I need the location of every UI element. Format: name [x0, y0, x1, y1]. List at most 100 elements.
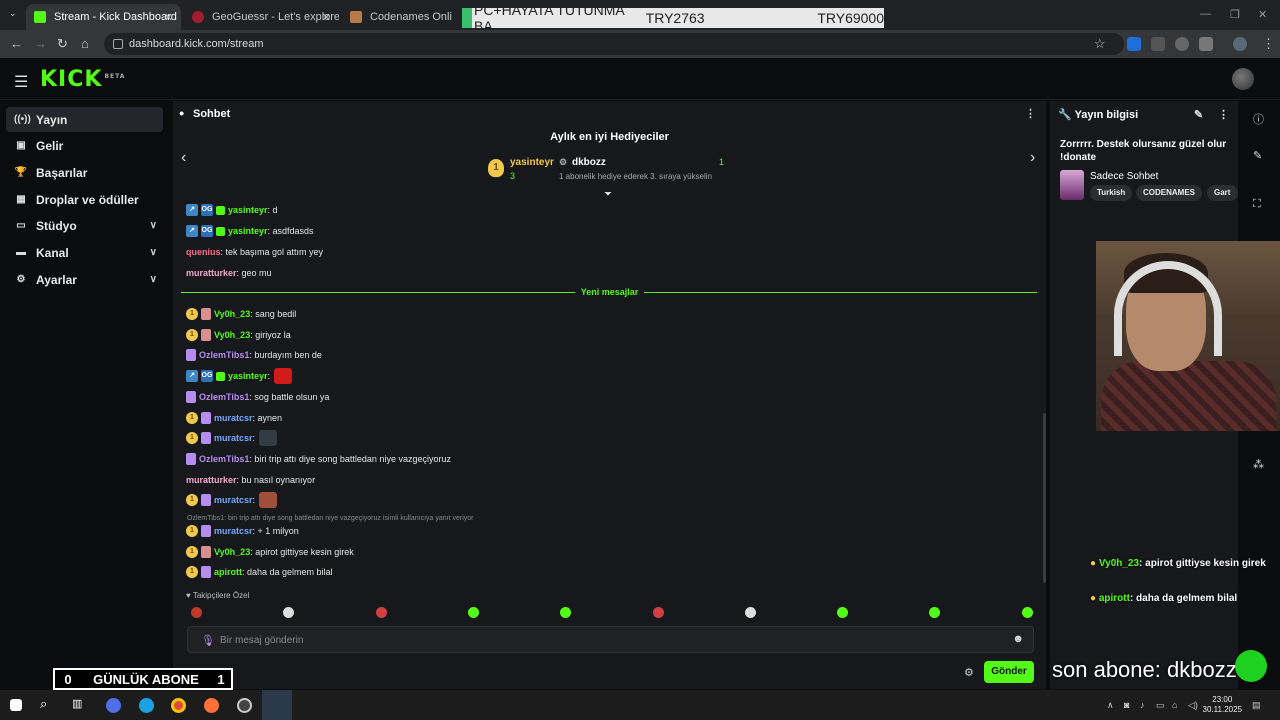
chat-message[interactable]: 1 apirott: daha da gelmem bilal	[186, 564, 333, 580]
chat-username[interactable]: Vy0h_23	[214, 330, 250, 340]
chat-message-input[interactable]: 🎙 Bir mesaj gönderin ☻	[187, 626, 1034, 653]
chat-username[interactable]: muratturker	[186, 475, 237, 485]
share-icon[interactable]: ⁂	[1253, 458, 1264, 471]
forward-icon[interactable]: →	[34, 36, 47, 51]
search-icon[interactable]: ⌕	[40, 696, 55, 711]
chat-message[interactable]: muratturker: geo mu	[186, 265, 272, 281]
chrome-icon[interactable]	[171, 698, 186, 713]
tag-chip[interactable]: CODENAMES	[1136, 185, 1203, 201]
sidebar-item-yayin[interactable]: ((•)) Yayın	[6, 107, 163, 132]
emote-quick-icon[interactable]	[929, 607, 941, 618]
extension-icon[interactable]	[1151, 37, 1165, 51]
close-tab-icon[interactable]: ✕	[322, 11, 331, 24]
chat-scrollbar[interactable]	[1043, 413, 1046, 583]
emote-quick-icon[interactable]	[744, 607, 756, 618]
scroll-down-icon[interactable]: ⏷	[604, 189, 612, 200]
copilot-icon[interactable]	[106, 698, 121, 713]
chat-username[interactable]: yasinteyr	[228, 226, 268, 236]
chat-message[interactable]: OzlemTibs1: burdayım ben de	[186, 347, 322, 363]
edit-icon[interactable]: ✎	[1194, 108, 1203, 121]
shield-icon[interactable]	[1175, 37, 1189, 51]
browser-menu-icon[interactable]: ⋮	[1262, 36, 1275, 52]
edge-icon[interactable]	[139, 698, 154, 713]
chat-message[interactable]: OzlemTibs1: biri trip attı diye song bat…	[186, 451, 451, 467]
tab-list-icon[interactable]: ⌄	[9, 8, 17, 19]
chat-message[interactable]: muratturker: bu nasıl oynanıyor	[186, 472, 315, 488]
minimize-icon[interactable]: —	[1200, 8, 1211, 20]
chat-username[interactable]: muratcsr	[214, 433, 253, 443]
back-icon[interactable]: ←	[10, 36, 23, 51]
chat-username[interactable]: muratcsr	[214, 526, 253, 536]
kick-logo[interactable]: KICK BETA	[40, 67, 125, 92]
chat-username[interactable]: apirott	[214, 567, 242, 577]
chat-message[interactable]: 1 muratcsr: aynen	[186, 410, 282, 426]
expand-icon[interactable]: ⛶	[1253, 198, 1261, 211]
tab-codenames[interactable]: Codenames Online	[342, 4, 452, 30]
edit-icon[interactable]: ✎	[1253, 149, 1262, 162]
chat-username[interactable]: OzlemTibs1	[199, 392, 249, 402]
send-button[interactable]: Gönder	[984, 661, 1034, 683]
chat-username[interactable]: Vy0h_23	[214, 547, 250, 557]
tag-chip[interactable]: Gart	[1207, 185, 1238, 201]
chat-message[interactable]: ↗ OG yasinteyr:	[186, 368, 293, 385]
notification-icon[interactable]: ▤	[1252, 700, 1261, 711]
chat-username[interactable]: yasinteyr	[228, 371, 268, 381]
maximize-icon[interactable]: ❐	[1230, 8, 1240, 21]
sidebar-item-studyo[interactable]: ▭ Stüdyo ∨	[6, 213, 163, 238]
obs-icon[interactable]	[237, 698, 252, 713]
chat-username[interactable]: yasinteyr	[228, 205, 268, 215]
chat-username[interactable]: Vy0h_23	[214, 309, 250, 319]
sidebar-item-ayarlar[interactable]: ⚙ Ayarlar ∨	[6, 267, 163, 292]
emote-quick-icon[interactable]	[652, 607, 664, 618]
firefox-icon[interactable]	[204, 698, 219, 713]
info-menu-icon[interactable]: ⋮	[1218, 108, 1229, 121]
chat-message[interactable]: 1 Vy0h_23: giriyoz la	[186, 327, 291, 343]
tag-chip[interactable]: Turkish	[1090, 185, 1133, 201]
chat-username[interactable]: muratcsr	[214, 495, 253, 505]
puzzle-icon[interactable]	[1199, 37, 1213, 51]
url-field[interactable]: dashboard.kick.com/stream	[104, 33, 1124, 55]
emote-quick-icon[interactable]	[467, 607, 479, 618]
chevron-left-icon[interactable]: ‹	[181, 149, 186, 167]
system-clock[interactable]: 23:00 30.11.2025	[1203, 695, 1242, 715]
chat-message[interactable]: 1 Vy0h_23: apirot gittiyse kesin girek	[186, 544, 354, 560]
home-icon[interactable]: ⌂	[81, 36, 89, 51]
chevron-right-icon[interactable]: ›	[1030, 149, 1035, 167]
emote-quick-icon[interactable]	[191, 607, 202, 618]
tray-app-icon[interactable]: ▭	[1156, 700, 1165, 711]
emote-quick-icon[interactable]	[560, 607, 572, 618]
emote-quick-icon[interactable]	[375, 607, 387, 618]
volume-icon[interactable]: ◁)	[1188, 700, 1198, 711]
chat-message[interactable]: 1 muratcsr:	[186, 492, 278, 509]
chat-message[interactable]: quenius: tek başıma gol attım yey	[186, 244, 323, 260]
steam-icon[interactable]	[262, 690, 292, 720]
chat-username[interactable]: quenius	[186, 247, 221, 257]
extension-icon[interactable]	[1127, 37, 1141, 51]
chat-username[interactable]: muratturker	[186, 268, 237, 278]
chat-username[interactable]: OzlemTibs1	[199, 350, 249, 360]
info-icon[interactable]: ⓘ	[1253, 111, 1264, 127]
chat-message[interactable]: 1 Vy0h_23: sang bedil	[186, 306, 296, 322]
chat-settings-icon[interactable]: ⚙	[964, 666, 974, 679]
bookmark-star-icon[interactable]: ☆	[1094, 36, 1106, 52]
reload-icon[interactable]: ↻	[57, 36, 68, 52]
site-info-icon[interactable]	[113, 39, 123, 49]
emote-quick-icon[interactable]	[1021, 607, 1033, 618]
network-icon[interactable]: ⌂	[1172, 700, 1177, 710]
microphone-icon[interactable]: 🎙	[201, 634, 215, 647]
microphone-icon[interactable]: ♪	[1140, 700, 1145, 710]
start-icon[interactable]	[10, 699, 22, 711]
emoji-picker-icon[interactable]: ☻	[1012, 633, 1024, 645]
sidebar-item-gelir[interactable]: ▣ Gelir	[6, 133, 163, 158]
tray-chevron-icon[interactable]: ∧	[1107, 700, 1114, 711]
hamburger-menu-icon[interactable]: ☰	[14, 72, 28, 92]
chat-message[interactable]: ↗ OG yasinteyr: d	[186, 202, 278, 218]
close-tab-icon[interactable]: ✕	[164, 11, 173, 24]
user-avatar[interactable]	[1232, 68, 1254, 90]
emote-quick-icon[interactable]	[283, 607, 295, 618]
task-view-icon[interactable]: ▥	[72, 697, 87, 712]
chat-menu-icon[interactable]: ⋮	[1025, 107, 1036, 120]
chat-username[interactable]: muratcsr	[214, 413, 253, 423]
chat-message[interactable]: OzlemTibs1: sog battle olsun ya	[186, 389, 329, 405]
sidebar-item-kanal[interactable]: ▬ Kanal ∨	[6, 240, 163, 265]
